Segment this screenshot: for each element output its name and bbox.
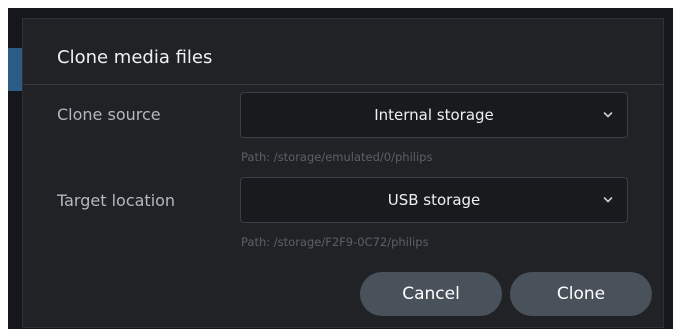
target-location-select[interactable]: USB storage [240, 177, 628, 223]
clone-media-dialog: Clone media files Clone source Internal … [22, 18, 664, 328]
target-location-value: USB storage [387, 191, 481, 209]
clone-button[interactable]: Clone [510, 272, 652, 316]
dialog-title: Clone media files [57, 47, 213, 68]
clone-source-select[interactable]: Internal storage [240, 92, 628, 138]
title-divider [23, 84, 663, 85]
chevron-down-icon [603, 112, 613, 118]
chevron-down-icon [603, 197, 613, 203]
background-selection-accent [8, 48, 22, 91]
target-location-path: Path: /storage/F2F9-0C72/philips [241, 235, 429, 249]
cancel-button[interactable]: Cancel [360, 272, 502, 316]
clone-source-label: Clone source [57, 105, 161, 124]
clone-source-path: Path: /storage/emulated/0/philips [241, 150, 433, 164]
target-location-label: Target location [57, 191, 176, 210]
clone-source-value: Internal storage [374, 106, 494, 124]
